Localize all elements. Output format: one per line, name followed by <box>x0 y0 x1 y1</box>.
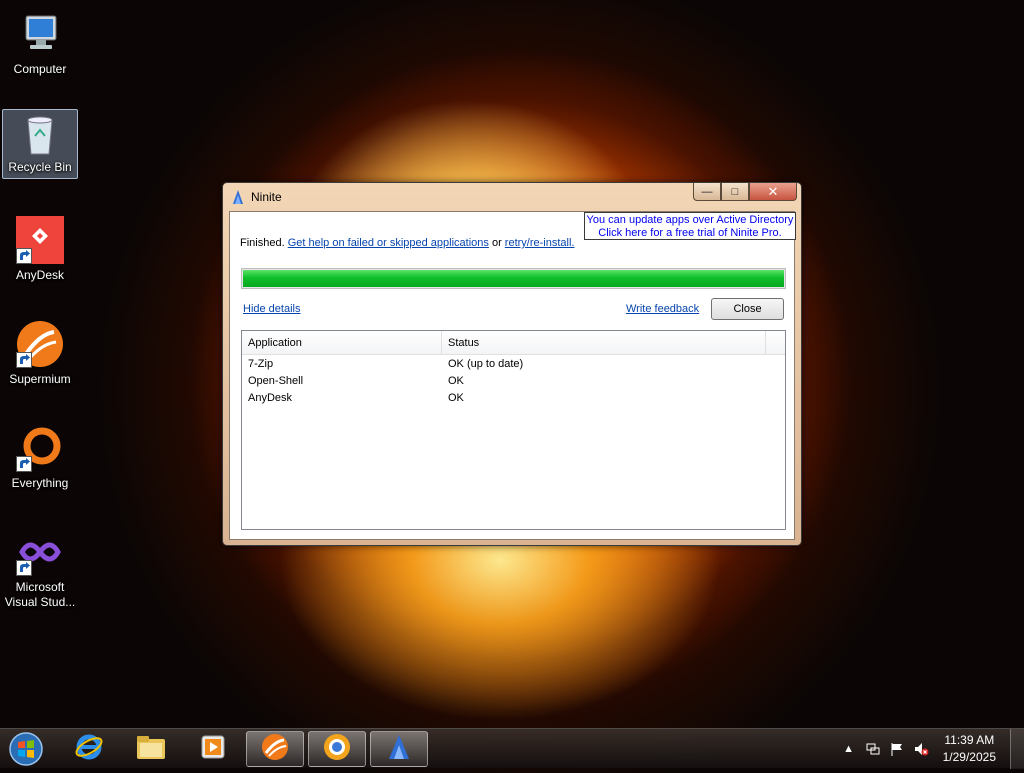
clock[interactable]: 11:39 AM 1/29/2025 <box>943 732 996 766</box>
progress-bar <box>241 268 786 289</box>
taskbar-file-explorer[interactable] <box>122 731 180 767</box>
anydesk-icon <box>16 216 64 264</box>
everything-icon <box>16 424 64 472</box>
folder-icon <box>135 733 167 766</box>
ninite-window: Ninite — □ ✕ You can update apps over Ac… <box>222 182 802 546</box>
taskbar-supermium[interactable] <box>246 731 304 767</box>
table-row[interactable]: AnyDesk OK <box>242 390 785 407</box>
show-desktop-button[interactable] <box>1010 729 1024 769</box>
window-client-area: You can update apps over Active Director… <box>229 211 796 540</box>
taskbar-internet-explorer[interactable] <box>60 731 118 767</box>
media-player-icon <box>199 733 227 766</box>
shortcut-arrow-icon <box>16 248 32 264</box>
status-line: Finished. Get help on failed or skipped … <box>240 237 574 249</box>
desktop-icon-visual-studio[interactable]: Microsoft Visual Stud... <box>2 522 78 622</box>
desktop-icon-label: Supermium <box>9 372 71 386</box>
app-cell: AnyDesk <box>248 392 293 404</box>
supermium-icon <box>16 320 64 368</box>
column-header-status[interactable]: Status <box>442 331 766 355</box>
shortcut-arrow-icon <box>16 456 32 472</box>
desktop-icon-label: Computer <box>13 62 67 76</box>
close-icon: ✕ <box>767 183 779 199</box>
promo-line-2: Click here for a free trial of Ninite Pr… <box>598 227 782 239</box>
desktop-icon-label: Microsoft Visual Stud... <box>4 580 76 609</box>
desktop-icon-everything[interactable]: Everything <box>2 418 78 518</box>
network-icon[interactable] <box>865 741 881 757</box>
clock-time: 11:39 AM <box>944 733 995 747</box>
volume-muted-icon[interactable] <box>913 741 929 757</box>
taskbar-media-player[interactable] <box>184 731 242 767</box>
browser-icon <box>322 732 352 767</box>
minimize-button[interactable]: — <box>693 183 721 201</box>
status-prefix: Finished. <box>240 237 285 249</box>
close-window-button[interactable]: ✕ <box>749 183 797 201</box>
ninite-pro-promo[interactable]: You can update apps over Active Director… <box>584 212 796 240</box>
internet-explorer-icon <box>74 732 104 767</box>
desktop-icon-label: AnyDesk <box>15 268 65 282</box>
table-row[interactable]: Open-Shell OK <box>242 373 785 390</box>
maximize-icon: □ <box>731 185 739 198</box>
status-cell: OK <box>448 375 464 387</box>
retry-link[interactable]: retry/re-install. <box>505 237 575 249</box>
caption-buttons: — □ ✕ <box>693 183 797 201</box>
hide-details-link[interactable]: Hide details <box>243 303 300 315</box>
desktop-icon-label: Everything <box>11 476 69 490</box>
maximize-button[interactable]: □ <box>721 183 749 201</box>
desktop-icon-recycle-bin[interactable]: Recycle Bin <box>2 109 78 179</box>
progress-bar-fill <box>243 270 784 287</box>
app-cell: 7-Zip <box>248 358 274 370</box>
system-tray: ▲ 11:39 AM 1/29/2025 <box>837 729 1024 769</box>
results-table: Application Status 7-Zip OK (up to date)… <box>241 330 786 530</box>
table-row[interactable]: 7-Zip OK (up to date) <box>242 356 785 373</box>
desktop-icon-anydesk[interactable]: AnyDesk <box>2 210 78 310</box>
ninite-logo-icon <box>230 189 246 205</box>
clock-date: 1/29/2025 <box>942 750 996 764</box>
taskbar-ninite[interactable] <box>370 731 428 767</box>
shortcut-arrow-icon <box>16 560 32 576</box>
status-cell: OK <box>448 392 464 404</box>
start-button[interactable] <box>6 730 46 768</box>
status-cell: OK (up to date) <box>448 358 524 370</box>
show-hidden-icons-button[interactable]: ▲ <box>841 741 857 757</box>
promo-line-1: You can update apps over Active Director… <box>586 214 794 226</box>
ninite-logo-icon <box>384 732 414 767</box>
close-button[interactable]: Close <box>711 298 784 320</box>
computer-icon <box>16 10 64 58</box>
recycle-bin-icon <box>16 112 64 160</box>
table-header: Application Status <box>242 331 785 355</box>
shortcut-arrow-icon <box>16 352 32 368</box>
title-bar[interactable]: Ninite — □ ✕ <box>223 183 801 211</box>
help-link[interactable]: Get help on failed or skipped applicatio… <box>288 237 489 249</box>
taskbar-supermium-alt[interactable] <box>308 731 366 767</box>
visual-studio-icon <box>16 528 64 576</box>
supermium-icon <box>260 732 290 767</box>
column-header-application[interactable]: Application <box>242 331 442 355</box>
taskbar: ▲ 11:39 AM 1/29/2025 <box>0 728 1024 769</box>
action-center-flag-icon[interactable] <box>889 741 905 757</box>
minimize-icon: — <box>701 185 713 198</box>
desktop-icon-label: Recycle Bin <box>8 160 72 174</box>
window-title: Ninite <box>251 190 282 204</box>
or-text: or <box>491 237 502 249</box>
desktop-icon-computer[interactable]: Computer <box>2 4 78 104</box>
write-feedback-link[interactable]: Write feedback <box>626 303 699 315</box>
desktop-icon-supermium[interactable]: Supermium <box>2 314 78 414</box>
app-cell: Open-Shell <box>248 375 304 387</box>
